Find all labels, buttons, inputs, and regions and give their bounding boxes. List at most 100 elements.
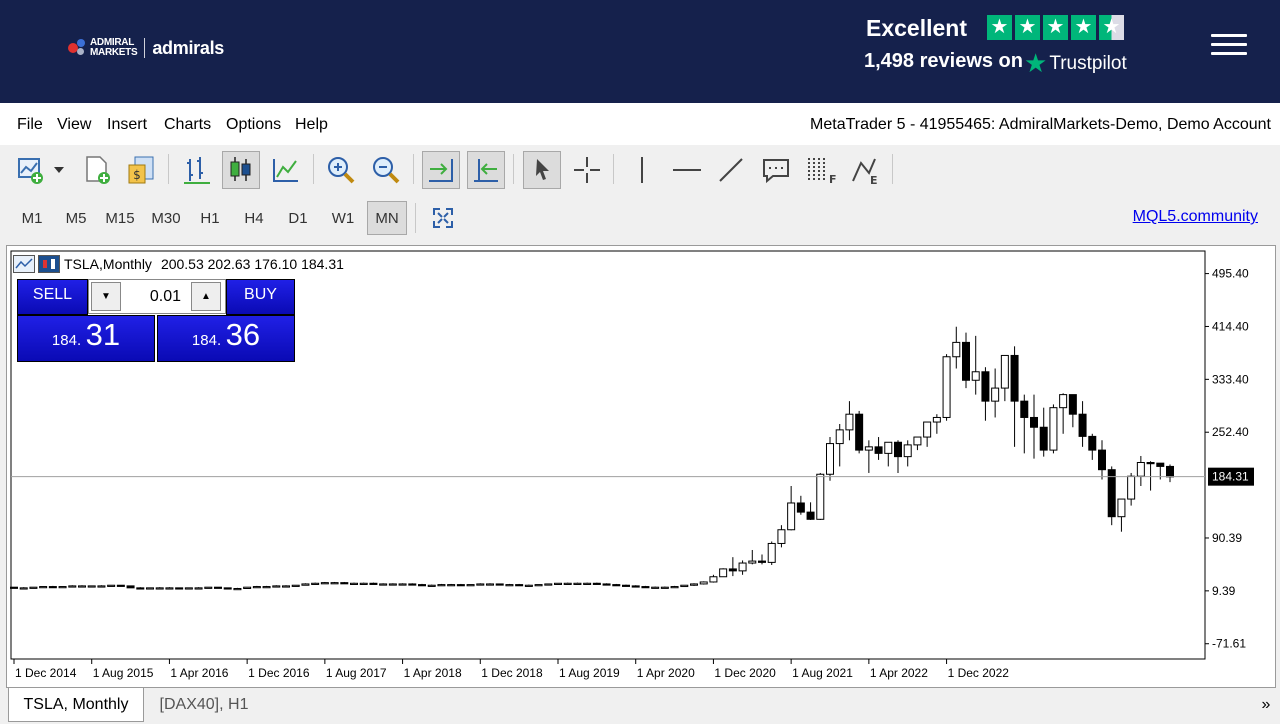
candle-body [97, 585, 106, 588]
tab-dax40-h1[interactable]: [DAX40], H1 [148, 688, 260, 722]
chart-icon[interactable] [13, 255, 35, 273]
tabs-scroll-icon[interactable]: » [1254, 688, 1278, 722]
candle-body [651, 586, 660, 589]
candle-body [1010, 354, 1019, 402]
y-tick-label: 414.40 [1212, 319, 1249, 333]
trend-line-icon[interactable] [712, 151, 750, 189]
tab-tsla-monthly[interactable]: TSLA, Monthly [8, 688, 144, 722]
candle-body [204, 586, 213, 589]
candle-body [466, 584, 475, 587]
candle-body [1039, 426, 1048, 451]
candle-body [660, 586, 669, 589]
chart-window[interactable]: 495.40 414.40 333.40 252.40 90.39 9.39 -71.61 1… [6, 245, 1276, 688]
y-tick-label: 9.39 [1212, 584, 1236, 598]
chart-properties-icon[interactable] [38, 255, 60, 273]
bar-chart-icon[interactable] [178, 151, 216, 189]
timeframe-h4[interactable]: H4 [234, 201, 274, 235]
candle-body [942, 356, 951, 418]
candle-body [495, 583, 504, 586]
candle-body [903, 444, 912, 458]
chart-tabs: TSLA, Monthly [DAX40], H1 » [0, 688, 1280, 724]
timeframe-m1[interactable]: M1 [12, 201, 52, 235]
star-icon: ★ [987, 15, 1012, 40]
toolbar-separator [313, 154, 314, 184]
new-document-icon[interactable] [78, 151, 116, 189]
candle-body [505, 584, 514, 587]
lot-input[interactable]: 0.01 [123, 288, 181, 306]
horizontal-line-icon[interactable] [668, 151, 706, 189]
candle-body [855, 413, 864, 451]
buy-button[interactable]: BUY [226, 279, 295, 315]
menu-insert[interactable]: Insert [107, 116, 147, 134]
timeframe-h1[interactable]: H1 [190, 201, 230, 235]
candle-body [243, 586, 252, 589]
trustpilot-reviews[interactable]: 1,498 reviews on [864, 50, 1023, 73]
lot-stepper[interactable]: ▼ 0.01 ▲ [88, 279, 226, 314]
text-icon[interactable] [757, 151, 795, 189]
menu-options[interactable]: Options [226, 116, 281, 134]
candle-body [767, 542, 776, 563]
candle-body [796, 502, 805, 513]
candle-body [418, 584, 426, 587]
x-tick-label: 1 Aug 2015 [93, 666, 154, 680]
cursor-icon[interactable] [523, 151, 561, 189]
main-toolbar: $ F E [0, 145, 1280, 195]
candle-body [330, 582, 339, 585]
candle-body [223, 587, 232, 590]
chart-shift-icon[interactable] [467, 151, 505, 189]
candle-body [515, 584, 524, 587]
mql5-community-link[interactable]: MQL5.community [1133, 208, 1258, 226]
fibonacci-icon[interactable]: F [801, 151, 839, 189]
menu-view[interactable]: View [57, 116, 91, 134]
logo-line2: MARKETS [90, 47, 138, 58]
timeframe-mn[interactable]: MN [367, 201, 407, 235]
timeframe-m30[interactable]: M30 [145, 201, 187, 235]
timeframe-toolbar: M1 M5 M15 M30 H1 H4 D1 W1 MN MQL5.commun… [0, 195, 1280, 239]
sell-label: SELL [32, 286, 73, 303]
star-icon: ★ [1071, 15, 1096, 40]
zoom-in-icon[interactable] [322, 151, 360, 189]
crosshair-icon[interactable] [568, 151, 606, 189]
new-chart-icon[interactable] [12, 151, 50, 189]
candle-body [932, 416, 941, 423]
lot-decrease-icon[interactable]: ▼ [91, 282, 121, 311]
fullscreen-icon[interactable] [428, 201, 458, 235]
one-click-trading-panel: SELL ▼ 0.01 ▲ BUY 184. 31 184. 36 [17, 279, 295, 362]
market-watch-icon[interactable]: $ [122, 151, 160, 189]
candle-body [107, 584, 116, 587]
candle-body [1146, 462, 1155, 465]
sell-button[interactable]: SELL [17, 279, 88, 315]
candle-body [680, 584, 689, 588]
auto-scroll-icon[interactable] [422, 151, 460, 189]
candle-body [864, 446, 873, 451]
menu-file[interactable]: File [17, 116, 43, 134]
timeframe-m15[interactable]: M15 [99, 201, 141, 235]
candle-body [340, 582, 349, 585]
candlestick-icon[interactable] [222, 151, 260, 189]
admirals-logo[interactable]: ADMIRAL MARKETS admirals [68, 37, 224, 59]
trustpilot-brand-label: Trustpilot [1049, 52, 1127, 74]
hamburger-menu-icon[interactable] [1211, 34, 1247, 56]
candle-body [437, 584, 446, 587]
line-chart-icon[interactable] [267, 151, 305, 189]
candle-body [534, 584, 543, 587]
trustpilot-brand[interactable]: ★ Trustpilot [1024, 48, 1127, 79]
candle-body [641, 586, 650, 589]
lot-increase-icon[interactable]: ▲ [191, 282, 221, 311]
sell-price[interactable]: 184. 31 [17, 315, 155, 362]
dropdown-arrow-icon[interactable] [50, 151, 68, 189]
menu-help[interactable]: Help [295, 116, 328, 134]
menu-charts[interactable]: Charts [164, 116, 211, 134]
vertical-line-icon[interactable] [623, 151, 661, 189]
y-tick-label: 252.40 [1212, 425, 1249, 439]
menu-bar: File View Insert Charts Options Help Met… [0, 103, 1280, 145]
timeframe-w1[interactable]: W1 [323, 201, 363, 235]
y-tick-label: 495.40 [1212, 267, 1249, 281]
timeframe-d1[interactable]: D1 [278, 201, 318, 235]
sell-price-small: 184. [51, 332, 82, 349]
buy-price[interactable]: 184. 36 [157, 315, 295, 362]
timeframe-m5[interactable]: M5 [56, 201, 96, 235]
x-tick-label: 1 Apr 2022 [870, 666, 928, 680]
fibonacci-expansion-icon[interactable]: E [846, 151, 884, 189]
zoom-out-icon[interactable] [367, 151, 405, 189]
